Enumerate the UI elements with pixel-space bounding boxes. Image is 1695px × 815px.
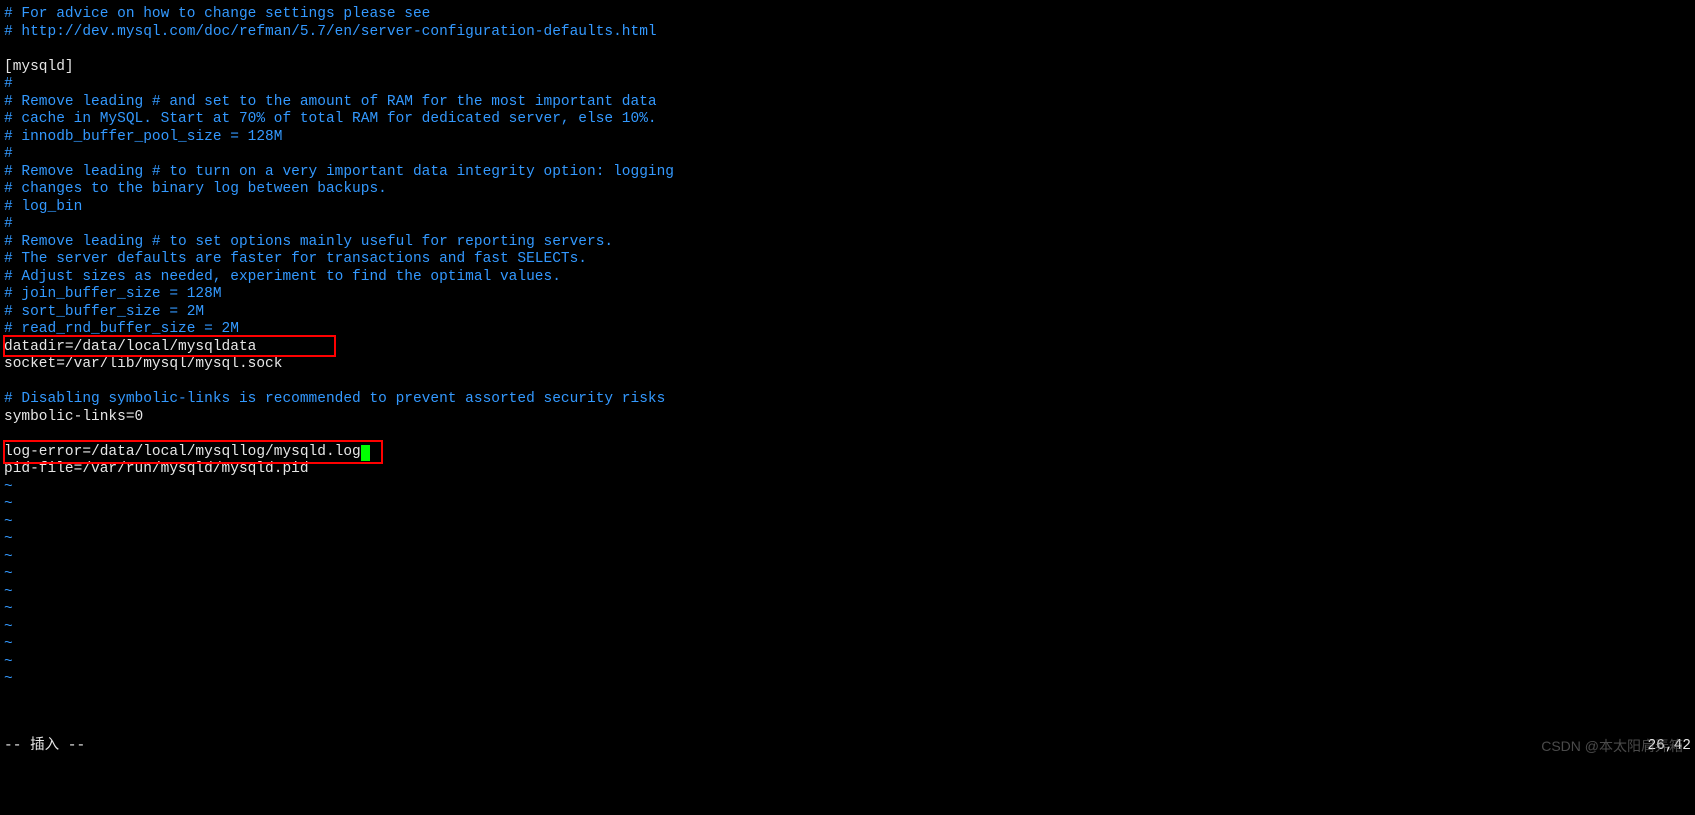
- vim-empty-line-tilde: ~: [4, 671, 1691, 689]
- file-line: #: [4, 76, 1691, 94]
- file-line: [4, 41, 1691, 59]
- file-line: socket=/var/lib/mysql/mysql.sock: [4, 356, 1691, 374]
- file-line: #: [4, 216, 1691, 234]
- vim-empty-line-tilde: ~: [4, 654, 1691, 672]
- vim-empty-line-tilde: ~: [4, 584, 1691, 602]
- file-line: symbolic-links=0: [4, 409, 1691, 427]
- file-line: #: [4, 146, 1691, 164]
- file-line: # cache in MySQL. Start at 70% of total …: [4, 111, 1691, 129]
- vim-empty-line-tilde: ~: [4, 636, 1691, 654]
- file-line: # Remove leading # to set options mainly…: [4, 234, 1691, 252]
- file-line: pid-file=/var/run/mysqld/mysqld.pid: [4, 461, 1691, 479]
- file-line: # changes to the binary log between back…: [4, 181, 1691, 199]
- file-line: [4, 374, 1691, 392]
- watermark-text: CSDN @本太阳肩弄箱: [1541, 738, 1683, 756]
- file-line: [mysqld]: [4, 59, 1691, 77]
- vim-empty-line-tilde: ~: [4, 601, 1691, 619]
- vim-status-bar: -- 插入 -- 26,42: [4, 738, 1691, 756]
- file-line: [4, 426, 1691, 444]
- vim-empty-line-tilde: ~: [4, 514, 1691, 532]
- file-line: # join_buffer_size = 128M: [4, 286, 1691, 304]
- file-line: # Remove leading # and set to the amount…: [4, 94, 1691, 112]
- file-line: # sort_buffer_size = 2M: [4, 304, 1691, 322]
- vim-empty-line-tilde: ~: [4, 479, 1691, 497]
- file-line: # Disabling symbolic-links is recommende…: [4, 391, 1691, 409]
- file-line: # Adjust sizes as needed, experiment to …: [4, 269, 1691, 287]
- vim-empty-line-tilde: ~: [4, 496, 1691, 514]
- vim-empty-line-tilde: ~: [4, 619, 1691, 637]
- file-line: # innodb_buffer_pool_size = 128M: [4, 129, 1691, 147]
- file-line: # read_rnd_buffer_size = 2M: [4, 321, 1691, 339]
- vim-empty-line-tilde: ~: [4, 566, 1691, 584]
- file-line: # http://dev.mysql.com/doc/refman/5.7/en…: [4, 24, 1691, 42]
- file-line: # The server defaults are faster for tra…: [4, 251, 1691, 269]
- terminal-viewport[interactable]: # For advice on how to change settings p…: [0, 0, 1695, 689]
- file-line: log-error=/data/local/mysqllog/mysqld.lo…: [4, 444, 1691, 462]
- vim-empty-line-tilde: ~: [4, 549, 1691, 567]
- file-line: # log_bin: [4, 199, 1691, 217]
- file-line: # For advice on how to change settings p…: [4, 6, 1691, 24]
- vim-mode: -- 插入 --: [4, 738, 85, 756]
- file-line: datadir=/data/local/mysqldata: [4, 339, 1691, 357]
- text-cursor: [361, 445, 370, 461]
- vim-empty-line-tilde: ~: [4, 531, 1691, 549]
- file-line: # Remove leading # to turn on a very imp…: [4, 164, 1691, 182]
